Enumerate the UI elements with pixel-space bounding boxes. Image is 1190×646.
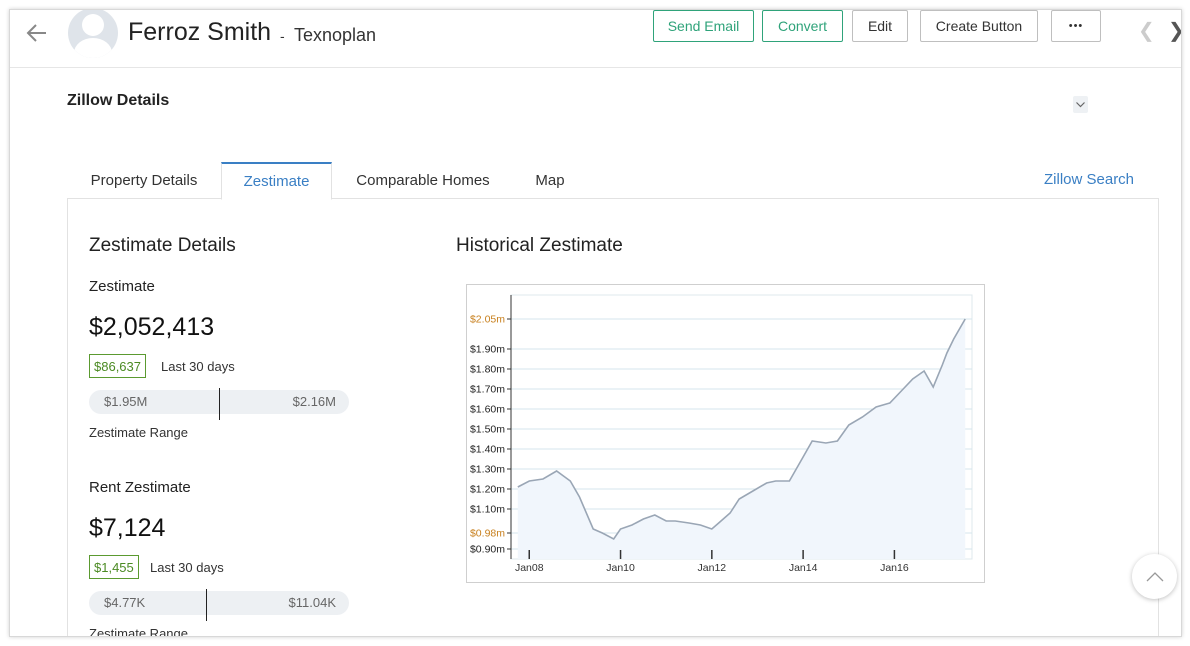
app-window: Ferroz Smith - Texnoplan Send Email Conv… [9,9,1182,637]
rent-range-label: Zestimate Range [89,626,188,637]
rent-range-high: $11.04K [288,595,336,610]
collapse-toggle[interactable] [1073,96,1088,113]
y-tick-label: $1.50m [470,424,505,436]
x-tick-label: Jan16 [880,562,909,574]
rent-zestimate-value: $7,124 [89,514,166,542]
tab-property-details[interactable]: Property Details [67,162,221,199]
historical-zestimate-chart: $0.90m $1.10m $1.20m $1.30m $1.40m $1.50m $1.6… [466,284,985,583]
zestimate-range-marker [219,388,220,420]
y-tick-label: $1.10m [470,504,505,516]
x-tick-label: Jan14 [789,562,818,574]
next-record-icon[interactable]: ❯ [1168,18,1181,43]
y-tick-label: $1.20m [470,484,505,496]
rent-range-marker [206,589,207,621]
scroll-to-top-button[interactable] [1132,554,1177,599]
rent-zestimate-label: Rent Zestimate [89,479,191,496]
y-tick-label: $1.90m [470,344,505,356]
convert-button[interactable]: Convert [762,10,843,42]
y-tick-label: $1.40m [470,444,505,456]
rent-period: Last 30 days [150,560,224,575]
section-title: Zillow Details [67,92,170,109]
rent-range-low: $4.77K [104,595,146,610]
zestimate-range-high: $2.16M [292,394,336,409]
zillow-search-link[interactable]: Zillow Search [1044,171,1134,188]
chevron-up-icon [1146,571,1163,581]
historical-zestimate-heading: Historical Zestimate [456,235,623,256]
company-name: Texnoplan [294,25,377,45]
previous-record-icon[interactable]: ❮ [1138,18,1155,43]
record-header: Ferroz Smith - Texnoplan Send Email Conv… [10,10,1181,68]
x-tick-label: Jan08 [515,562,544,574]
tab-map[interactable]: Map [523,162,577,199]
back-arrow-icon[interactable] [24,20,50,46]
rent-change-badge: $1,455 [89,555,139,579]
avatar [68,10,118,58]
record-name: Ferroz Smith [128,18,272,46]
tab-zestimate[interactable]: Zestimate [221,162,332,200]
rent-range-bar: $4.77K $11.04K [89,589,349,621]
more-actions-button[interactable]: ••• [1051,10,1101,42]
name-separator: - [280,28,285,44]
create-button[interactable]: Create Button [920,10,1038,42]
x-tick-label: Jan12 [698,562,727,574]
chevron-down-icon [1076,101,1085,107]
zestimate-period: Last 30 days [161,359,235,374]
zestimate-range-label: Zestimate Range [89,425,188,440]
y-highlight-label: $2.05m [470,314,505,326]
x-tick-label: Jan10 [606,562,635,574]
y-tick-label: $0.90m [470,544,505,556]
edit-button[interactable]: Edit [852,10,908,42]
zestimate-details-heading: Zestimate Details [89,235,236,256]
y-tick-label: $1.30m [470,464,505,476]
y-tick-label: $1.70m [470,384,505,396]
tab-bar: Property Details Zestimate Comparable Ho… [67,162,1159,200]
zestimate-change-badge: $86,637 [89,354,146,378]
y-tick-label: $1.80m [470,364,505,376]
zestimate-range-bar: $1.95M $2.16M [89,388,349,420]
zestimate-label: Zestimate [89,278,155,295]
y-tick-label: $1.60m [470,404,505,416]
send-email-button[interactable]: Send Email [653,10,754,42]
y-highlight-label: $0.98m [470,528,505,540]
chart-svg: $0.90m $1.10m $1.20m $1.30m $1.40m $1.50m $1.6… [470,294,973,574]
zestimate-range-low: $1.95M [104,394,148,409]
zestimate-value: $2,052,413 [89,313,215,341]
tab-comparable-homes[interactable]: Comparable Homes [337,162,509,199]
